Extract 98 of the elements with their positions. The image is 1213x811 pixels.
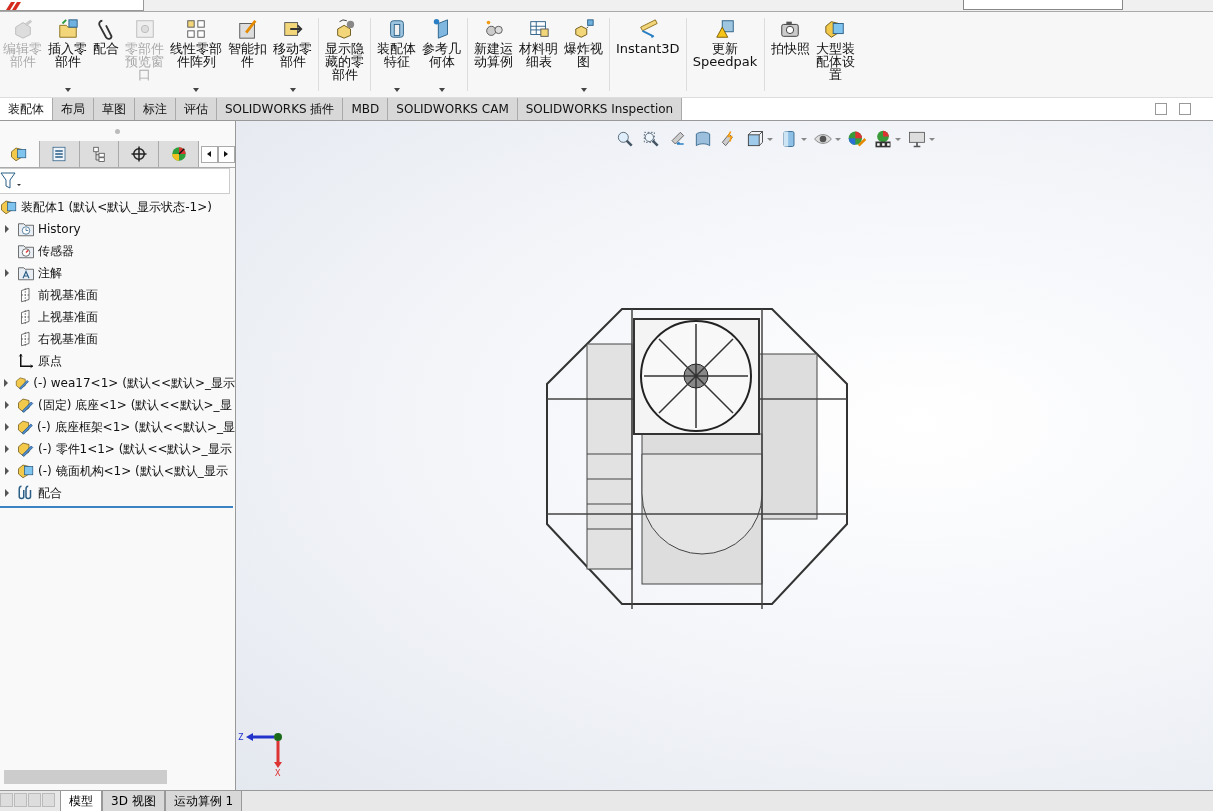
ribbon-button[interactable]: 材料明细表 [516, 18, 561, 96]
caret-icon [193, 88, 199, 92]
tree-item[interactable]: 配合 [38, 484, 62, 502]
tree-item[interactable]: (-) 镜面机构<1> (默认<默认_显示 [38, 462, 228, 480]
caret-icon [580, 88, 587, 92]
right-arrow-icon [224, 151, 229, 157]
window-icon [133, 18, 156, 40]
ribbon-button[interactable]: 线性零部件阵列 [167, 18, 225, 96]
assembly-icon [824, 18, 847, 40]
tree-item[interactable]: (-) 零件1<1> (默认<<默认>_显示 [38, 440, 232, 458]
caret-icon[interactable] [834, 137, 841, 141]
panel-left-button[interactable] [1155, 103, 1167, 115]
tree-item[interactable]: (固定) 底座<1> (默认<<默认>_显 [38, 396, 232, 414]
command-tab[interactable]: 标注 [135, 98, 176, 120]
expand-arrow-icon[interactable] [5, 489, 9, 497]
caret-icon [289, 88, 296, 92]
x-axis-arrow [274, 741, 282, 768]
tree-item[interactable]: (-) 底座框架<1> (默认<<默认>_显 [37, 418, 235, 436]
ribbon-button[interactable]: 大型装配体设置 [812, 18, 858, 96]
tree-item[interactable]: 注解 [38, 264, 62, 282]
ribbon-button[interactable]: 显示隐藏的零部件 [322, 18, 367, 96]
command-tab[interactable]: MBD [343, 98, 389, 120]
left-arrow-icon [207, 151, 212, 157]
command-tab[interactable]: 评估 [176, 98, 217, 120]
caret-icon[interactable] [766, 137, 773, 141]
tree-icon [90, 145, 108, 163]
panel-right-button[interactable] [1179, 103, 1191, 115]
expand-arrow-icon[interactable] [5, 269, 9, 277]
part-icon [16, 418, 35, 436]
caret-icon[interactable] [928, 137, 935, 141]
color-wheel-icon [169, 145, 188, 163]
tree-item[interactable]: History [38, 222, 81, 236]
part-icon [14, 374, 31, 392]
ribbon-button[interactable]: 参考几何体 [419, 18, 464, 96]
ribbon-button[interactable]: 配合 [90, 18, 122, 96]
expand-arrow-icon[interactable] [5, 225, 9, 233]
caret-icon [438, 88, 445, 92]
expand-arrow-icon[interactable] [5, 445, 9, 453]
table-icon [527, 18, 550, 40]
ribbon-button[interactable]: 新建运动算例 [471, 18, 516, 96]
command-tab[interactable]: SOLIDWORKS Inspection [517, 98, 683, 120]
command-tab[interactable]: SOLIDWORKS 插件 [217, 98, 344, 120]
expand-arrow-icon[interactable] [5, 401, 9, 409]
monitor-icon [906, 129, 927, 149]
assembly-icon [17, 462, 35, 480]
part-icon [17, 396, 35, 414]
ribbon-button[interactable]: Instant3D [613, 18, 683, 96]
command-tab[interactable]: 草图 [94, 98, 135, 120]
bottom-tab[interactable]: 3D 视图 [102, 791, 165, 811]
folder-clock-icon [17, 220, 35, 238]
axis-label: X [275, 768, 281, 776]
bottom-tab[interactable]: 模型 [60, 791, 102, 811]
ribbon-button[interactable]: 拍快照 [767, 18, 813, 96]
expand-arrow-icon[interactable] [4, 423, 9, 431]
scroll-left-button[interactable] [201, 145, 218, 163]
tree-item[interactable]: 装配体1 (默认<默认_显示状态-1>) [21, 198, 212, 216]
parts-icon [572, 18, 595, 40]
folder-icon [56, 18, 79, 40]
tree-item[interactable]: (-) wea17<1> (默认<<默认>_显示 [33, 374, 235, 392]
ribbon-button[interactable]: 插入零部件 [45, 18, 90, 96]
expand-arrow-icon[interactable] [5, 467, 9, 475]
filter-icon[interactable] [0, 172, 22, 190]
ribbon-button[interactable]: 爆炸视图 [561, 18, 606, 96]
ribbon-button[interactable]: 智能扣件 [225, 18, 270, 96]
expand-arrow-icon[interactable] [3, 379, 8, 387]
caret-icon[interactable] [800, 137, 807, 141]
splitter-handle[interactable] [115, 128, 120, 134]
ribbon-button[interactable]: 移动零部件 [270, 18, 315, 96]
tree-item[interactable]: 右视基准面 [38, 330, 98, 348]
part-icon [17, 440, 35, 458]
color-pencil-icon [846, 129, 867, 149]
logo-icon [6, 2, 21, 10]
folder-gauge-icon [17, 242, 35, 260]
caret-icon [64, 88, 71, 92]
tree-item[interactable]: 传感器 [38, 242, 74, 260]
warning-icon [714, 18, 737, 40]
search-field[interactable] [963, 0, 1123, 10]
panel-tab[interactable] [119, 141, 160, 167]
ribbon-button[interactable]: 更新Speedpak [689, 18, 761, 96]
tree-item[interactable]: 原点 [38, 352, 62, 370]
assembly-icon [10, 145, 29, 163]
tree-item[interactable]: 前视基准面 [38, 286, 98, 304]
caret-icon[interactable] [894, 137, 901, 141]
ribbon-button[interactable]: 装配体特征 [374, 18, 419, 96]
z-axis-arrow [246, 733, 274, 741]
origin-icon [17, 352, 35, 370]
axis-label: Z [238, 732, 244, 742]
caret-icon [393, 88, 400, 92]
tree-item[interactable]: 上视基准面 [38, 308, 98, 326]
assembly-icon [0, 198, 18, 216]
bottom-tab[interactable]: 运动算例 1 [164, 791, 243, 811]
folder-letter-icon [17, 264, 35, 282]
grid-icon [185, 18, 207, 40]
list-icon [50, 145, 69, 163]
origin-point [274, 733, 282, 741]
crosshair-icon [129, 145, 148, 163]
command-tab[interactable]: 布局 [53, 98, 94, 120]
command-tab[interactable]: SOLIDWORKS CAM [388, 98, 518, 120]
